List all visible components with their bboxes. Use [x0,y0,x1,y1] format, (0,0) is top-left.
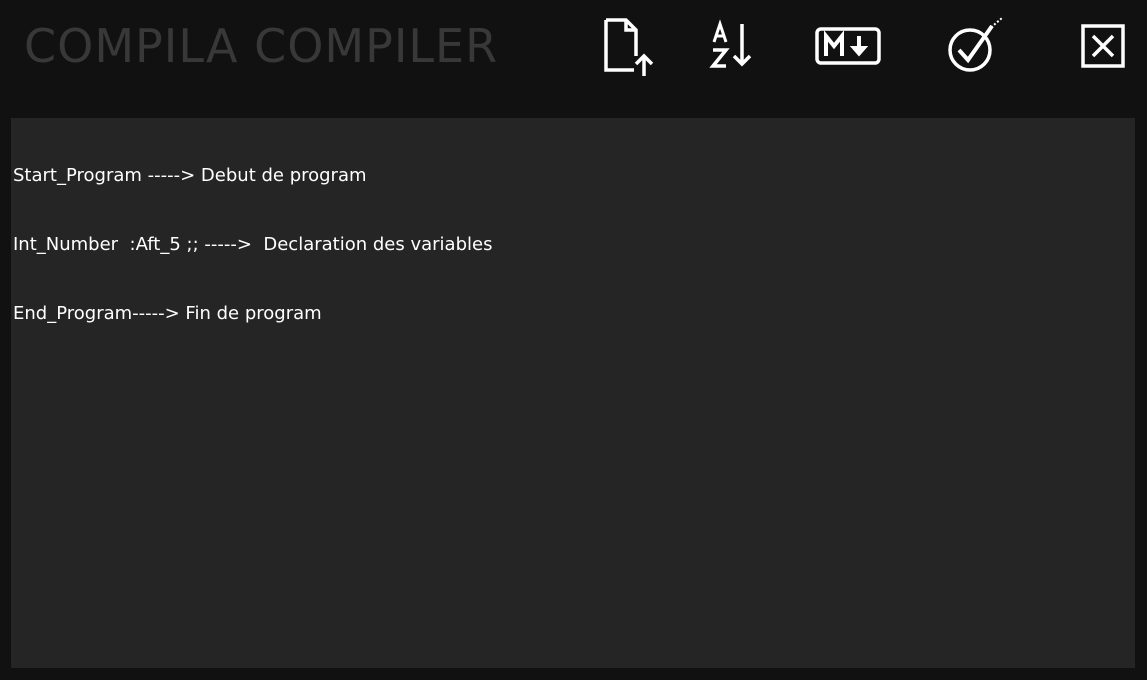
sort-alpha-icon [709,19,752,68]
open-file-button[interactable] [594,16,658,76]
app-title: COMPILA COMPILER [24,19,499,73]
title-bar[interactable]: COMPILA COMPILER [0,0,1147,100]
markdown-download-button[interactable] [812,16,884,76]
compile-check-button[interactable] [942,16,1008,76]
code-line[interactable]: Int_Number :Aft_5 ;; -----> Declaration … [13,233,1133,256]
markdown-download-icon [815,27,881,65]
open-file-upload-icon [604,18,654,76]
app-window: COMPILA COMPILER Start_Program -----> De… [0,0,1147,680]
code-editor[interactable]: Start_Program -----> Debut de program In… [11,118,1135,668]
check-compile-icon [948,17,1003,72]
code-line[interactable]: End_Program-----> Fin de program [13,302,1133,325]
close-button[interactable] [1072,16,1134,76]
sort-alpha-button[interactable] [700,16,764,76]
close-window-icon [1081,24,1125,68]
code-line[interactable]: Start_Program -----> Debut de program [13,164,1133,187]
